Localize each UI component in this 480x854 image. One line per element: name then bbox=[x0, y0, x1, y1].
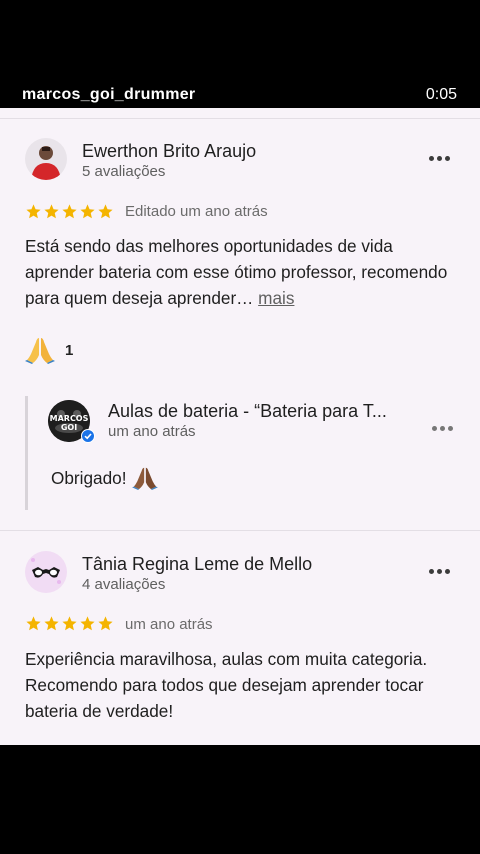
star-icon bbox=[98, 204, 113, 219]
dot-icon bbox=[428, 155, 434, 161]
reviewer-review-count: 5 avaliações bbox=[82, 163, 166, 180]
response-more-options-button[interactable] bbox=[428, 418, 456, 438]
dot-icon bbox=[428, 568, 434, 574]
dot-icon bbox=[436, 568, 442, 574]
review-text-content: Está sendo das melhores oportunidades de… bbox=[25, 236, 448, 308]
review-divider bbox=[0, 530, 480, 531]
business-name[interactable]: Aulas de bateria - “Bateria para T... bbox=[108, 401, 408, 422]
response-date: um ano atrás bbox=[108, 423, 196, 440]
star-icon bbox=[80, 616, 95, 631]
star-icon bbox=[44, 616, 59, 631]
star-icon bbox=[62, 204, 77, 219]
dot-icon bbox=[444, 568, 450, 574]
review-date: um ano atrás bbox=[125, 616, 213, 633]
avatar[interactable] bbox=[25, 551, 67, 593]
praying-hands-icon bbox=[25, 338, 55, 364]
story-username[interactable]: marcos_goi_drummer bbox=[22, 86, 195, 104]
star-icon bbox=[26, 616, 41, 631]
reaction-count: 1 bbox=[65, 341, 74, 359]
star-rating bbox=[25, 203, 114, 220]
star-rating bbox=[25, 615, 114, 632]
story-header: marcos_goi_drummer 0:05 bbox=[0, 0, 480, 108]
reaction-chip[interactable]: 1 bbox=[25, 336, 73, 364]
owner-response: MARCOS GOI Aulas de bateria - “Bateria p… bbox=[25, 396, 458, 510]
reviewer-name[interactable]: Ewerthon Brito Araujo bbox=[82, 141, 256, 162]
star-icon bbox=[26, 204, 41, 219]
dot-icon bbox=[436, 155, 442, 161]
avatar-photo-icon bbox=[25, 138, 67, 180]
response-text-content: Obrigado! bbox=[51, 467, 127, 488]
dot-icon bbox=[439, 425, 445, 431]
praying-hands-icon bbox=[132, 467, 159, 490]
more-options-button[interactable] bbox=[425, 148, 453, 168]
star-icon bbox=[98, 616, 113, 631]
reviewer-name[interactable]: Tânia Regina Leme de Mello bbox=[82, 554, 312, 575]
avatar[interactable] bbox=[25, 138, 67, 180]
review-date: Editado um ano atrás bbox=[125, 203, 268, 220]
review-text: Está sendo das melhores oportunidades de… bbox=[25, 233, 455, 311]
dot-icon bbox=[431, 425, 437, 431]
response-text: Obrigado! bbox=[51, 466, 159, 490]
dot-icon bbox=[447, 425, 453, 431]
read-more-link[interactable]: mais bbox=[258, 288, 294, 308]
avatar-glasses-icon bbox=[25, 551, 67, 593]
star-icon bbox=[44, 204, 59, 219]
star-icon bbox=[62, 616, 77, 631]
story-timestamp: 0:05 bbox=[425, 86, 457, 103]
verified-badge-icon bbox=[81, 429, 95, 443]
dot-icon bbox=[444, 155, 450, 161]
reviews-panel: Ewerthon Brito Araujo 5 avaliações Edita… bbox=[0, 108, 480, 745]
story-footer bbox=[0, 745, 480, 854]
review-text-content: Experiência maravilhosa, aulas com muita… bbox=[25, 649, 428, 721]
top-divider bbox=[0, 118, 480, 119]
star-icon bbox=[80, 204, 95, 219]
more-options-button[interactable] bbox=[425, 561, 453, 581]
reviewer-review-count: 4 avaliações bbox=[82, 576, 166, 593]
review-text: Experiência maravilhosa, aulas com muita… bbox=[25, 646, 455, 724]
